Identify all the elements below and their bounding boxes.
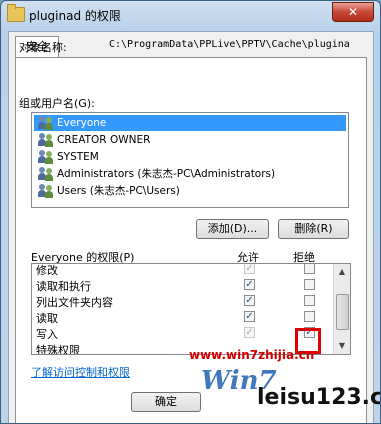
list-item-users[interactable]: Users (朱志杰-PC\Users) bbox=[34, 183, 180, 199]
users-icon bbox=[38, 150, 54, 164]
close-button[interactable]: ✕ bbox=[332, 2, 374, 22]
allow-checkbox[interactable]: ✓ bbox=[244, 295, 255, 306]
permission-row: 读取 ✓ bbox=[32, 309, 332, 325]
users-icon bbox=[38, 133, 54, 147]
add-button[interactable]: 添加(D)... bbox=[196, 219, 269, 239]
permission-name: 读取和执行 bbox=[36, 280, 91, 293]
learn-access-control-link[interactable]: 了解访问控制和权限 bbox=[31, 364, 130, 380]
permission-row: 写入 ✓ ✓ bbox=[32, 325, 332, 341]
users-icon bbox=[38, 167, 54, 181]
permissions-scrollbar[interactable]: ▲ ▼ bbox=[333, 264, 350, 354]
list-item-administrators[interactable]: Administrators (朱志杰-PC\Administrators) bbox=[34, 166, 275, 182]
remove-button[interactable]: 删除(R) bbox=[278, 219, 349, 239]
deny-checkbox[interactable] bbox=[304, 264, 315, 274]
group-list-label: 组或用户名(G): bbox=[19, 97, 95, 110]
permission-row: 读取和执行 ✓ bbox=[32, 277, 332, 293]
title-bar: pluginad 的权限 ✕ bbox=[1, 1, 380, 29]
list-item-creator-owner[interactable]: CREATOR OWNER bbox=[34, 132, 150, 148]
permission-name: 写入 bbox=[36, 328, 58, 341]
permission-name: 读取 bbox=[36, 312, 58, 325]
domain-watermark: leisu123.com bbox=[257, 385, 380, 410]
object-name-label: 对象名称: bbox=[19, 41, 67, 54]
site-watermark: www.win7zhijia.cn bbox=[189, 348, 315, 362]
deny-checkbox[interactable] bbox=[304, 279, 315, 290]
window-title: pluginad 的权限 bbox=[29, 9, 121, 23]
allow-checkbox[interactable]: ✓ bbox=[244, 264, 255, 274]
allow-checkbox[interactable]: ✓ bbox=[244, 311, 255, 322]
permission-name: 列出文件夹内容 bbox=[36, 296, 113, 309]
list-item-everyone[interactable]: Everyone bbox=[34, 115, 346, 131]
permissions-dialog: pluginad 的权限 ✕ 安全 对象名称: C:\ProgramData\P… bbox=[0, 0, 381, 424]
scroll-down-icon[interactable]: ▼ bbox=[334, 338, 350, 354]
permission-row: 修改 ✓ bbox=[32, 264, 332, 277]
users-icon bbox=[38, 116, 54, 130]
group-user-list[interactable]: Everyone CREATOR OWNER SYSTEM Administra… bbox=[31, 112, 349, 208]
permission-row: 列出文件夹内容 ✓ bbox=[32, 293, 332, 309]
deny-checkbox[interactable] bbox=[304, 311, 315, 322]
allow-checkbox[interactable]: ✓ bbox=[244, 279, 255, 290]
folder-icon bbox=[7, 4, 25, 22]
scroll-up-icon[interactable]: ▲ bbox=[334, 264, 350, 280]
permission-name: 修改 bbox=[36, 264, 58, 277]
object-path: C:\ProgramData\PPLive\PPTV\Cache\plugina bbox=[109, 39, 350, 50]
allow-checkbox[interactable]: ✓ bbox=[244, 327, 255, 338]
list-item-system[interactable]: SYSTEM bbox=[34, 149, 99, 165]
users-icon bbox=[38, 184, 54, 198]
scroll-thumb[interactable] bbox=[336, 294, 349, 330]
ok-button[interactable]: 确定 bbox=[131, 392, 201, 412]
deny-checkbox[interactable] bbox=[304, 295, 315, 306]
permission-name: 特殊权限 bbox=[36, 344, 80, 355]
